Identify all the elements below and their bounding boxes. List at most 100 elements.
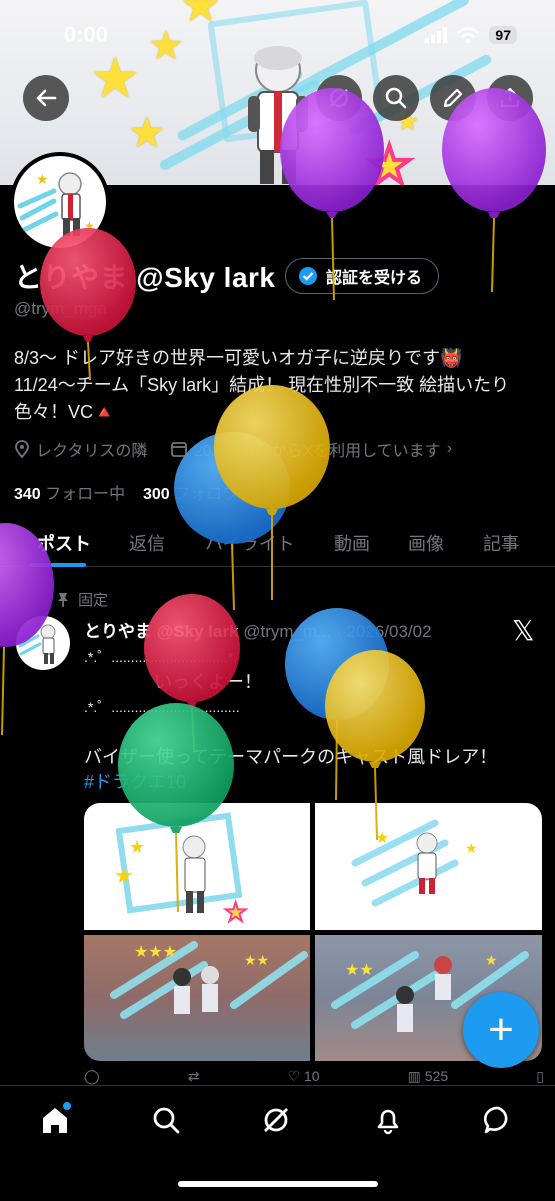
home-indicator bbox=[178, 1181, 378, 1187]
grok-icon bbox=[264, 1108, 288, 1132]
pin-icon bbox=[58, 592, 68, 607]
profile-handle: @trym_mga bbox=[14, 299, 107, 318]
post-author-name: とりやま @Sky lark bbox=[84, 622, 239, 641]
pencil-icon bbox=[443, 88, 463, 108]
get-verified-button[interactable]: 認証を受ける bbox=[285, 258, 440, 294]
followers-label: フォロワー bbox=[174, 486, 255, 503]
post-line: .*.゜..............................*. bbox=[84, 649, 238, 665]
post-line: .*.゜................................. bbox=[84, 699, 240, 715]
media-image-3[interactable]: ★★★ ★★ bbox=[84, 935, 310, 1061]
signal-icon bbox=[425, 27, 448, 43]
battery-indicator: 97 bbox=[489, 26, 517, 44]
avatar-character bbox=[18, 624, 56, 664]
status-time: 0:00 bbox=[64, 22, 109, 47]
bio-line: 8/3～ ドレア好きの世界一可愛いオガ子に逆戻りです👹 bbox=[14, 348, 463, 368]
grok-icon bbox=[329, 88, 349, 108]
share-button[interactable] bbox=[487, 75, 533, 121]
back-button[interactable] bbox=[23, 75, 69, 121]
avatar-character: ★★ bbox=[17, 171, 95, 236]
calendar-icon bbox=[171, 442, 187, 457]
pinned-indicator: 固定 bbox=[56, 589, 108, 610]
plus-icon: + bbox=[488, 1005, 514, 1054]
reply-button[interactable]: ◯ bbox=[84, 1068, 100, 1086]
post-author-meta: @trym_m... · 2026/03/02 bbox=[243, 622, 432, 641]
svg-text:★: ★ bbox=[114, 863, 134, 888]
search-icon bbox=[385, 87, 407, 109]
tab-highlights[interactable]: ハイライト bbox=[205, 530, 295, 556]
nav-explore[interactable] bbox=[146, 1100, 186, 1140]
views-count: 525 bbox=[424, 1068, 449, 1084]
followers-count: 300 bbox=[142, 486, 170, 503]
nav-home[interactable] bbox=[35, 1100, 75, 1140]
nav-grok[interactable] bbox=[256, 1100, 296, 1140]
post-line: バイザー使ってテーマパークのキャスト風ドレア！ bbox=[84, 747, 498, 767]
nav-notifications[interactable] bbox=[368, 1100, 408, 1140]
bookmark-button[interactable]: ▯ bbox=[536, 1068, 544, 1086]
share-icon bbox=[500, 87, 520, 108]
profile-bio: 8/3～ ドレア好きの世界一可愛いオガ子に逆戻りです👹 11/24～チーム「Sk… bbox=[14, 345, 534, 426]
profile-avatar[interactable]: ★ ★ bbox=[10, 152, 110, 252]
profile-name: とりやま @Sky lark bbox=[14, 262, 276, 293]
bio-line: 11/24～チーム「Sky lark」結成！ 現在性別不一致 絵描いたり bbox=[14, 375, 510, 395]
unread-dot bbox=[63, 1102, 71, 1110]
bell-icon bbox=[377, 1109, 399, 1135]
pinned-label: 固定 bbox=[78, 592, 109, 609]
bio-line: 色々！VC🔺 bbox=[14, 402, 116, 422]
nav-messages[interactable] bbox=[478, 1100, 518, 1140]
verified-badge-icon bbox=[299, 267, 317, 285]
tab-articles[interactable]: 記事 bbox=[483, 530, 519, 556]
post-hashtag[interactable]: #ドラクエ10 bbox=[84, 770, 534, 795]
post-text: .*.゜..............................*. いっく… bbox=[84, 645, 534, 795]
media-image-1[interactable]: ★ ★ ★ bbox=[84, 803, 310, 930]
svg-text:★: ★ bbox=[36, 171, 49, 187]
location-text: レクタリスの隣 bbox=[36, 443, 148, 460]
svg-text:★: ★ bbox=[84, 219, 95, 233]
message-icon bbox=[483, 1106, 508, 1134]
svg-text:★: ★ bbox=[129, 837, 145, 857]
status-icons: 97 bbox=[425, 24, 517, 46]
active-tab-indicator bbox=[30, 563, 86, 567]
heart-icon: ♡ bbox=[287, 1068, 301, 1084]
tab-media[interactable]: 画像 bbox=[408, 530, 444, 556]
edit-button[interactable] bbox=[430, 75, 476, 121]
profile-joined[interactable]: 2020年3月からXを利用しています › bbox=[170, 437, 452, 461]
tab-videos[interactable]: 動画 bbox=[334, 530, 370, 556]
post-line: いっくよー！ bbox=[154, 672, 262, 692]
views-button[interactable]: ▥ 525 bbox=[408, 1068, 448, 1086]
like-count: 10 bbox=[304, 1068, 320, 1084]
svg-text:★: ★ bbox=[375, 830, 389, 847]
like-button[interactable]: ♡ 10 bbox=[288, 1068, 320, 1086]
compose-post-button[interactable]: + bbox=[463, 992, 539, 1068]
profile-tabs: ポスト 返信 ハイライト 動画 画像 記事 bbox=[0, 516, 555, 567]
following-link[interactable]: 340 フォロー中 bbox=[14, 486, 125, 503]
media-image-2[interactable]: ★ ★ bbox=[315, 803, 542, 930]
follow-stats: 340 フォロー中 300 フォロワー bbox=[14, 480, 254, 504]
followers-link[interactable]: 300 フォロワー bbox=[143, 486, 254, 503]
following-label: フォロー中 bbox=[45, 486, 126, 503]
post-author[interactable]: とりやま @Sky lark @trym_m... · 2026/03/02 bbox=[84, 617, 432, 642]
bookmark-icon: ▯ bbox=[536, 1068, 544, 1084]
repost-icon: ⇄ bbox=[187, 1068, 200, 1084]
x-logo-icon: 𝕏 bbox=[512, 615, 535, 646]
repost-button[interactable]: ⇄ bbox=[188, 1068, 200, 1086]
location-pin-icon bbox=[15, 440, 29, 458]
grok-button[interactable] bbox=[316, 75, 362, 121]
following-count: 340 bbox=[14, 486, 41, 503]
wifi-icon bbox=[457, 27, 480, 43]
banner-character bbox=[248, 46, 308, 184]
svg-text:★★: ★★ bbox=[244, 952, 269, 968]
search-button[interactable] bbox=[373, 75, 419, 121]
chevron-right-icon: › bbox=[446, 440, 453, 457]
media-illustration: ★★★ ★★ bbox=[110, 941, 308, 1019]
search-icon bbox=[153, 1107, 180, 1134]
tab-replies[interactable]: 返信 bbox=[129, 530, 165, 556]
post-author-avatar[interactable] bbox=[16, 616, 70, 670]
tab-posts[interactable]: ポスト bbox=[37, 530, 91, 556]
joined-text: 2020年3月からXを利用しています bbox=[194, 443, 441, 460]
post-actions: ◯ ⇄ ♡ 10 ▥ 525 ▯ bbox=[84, 1068, 544, 1086]
svg-text:★: ★ bbox=[465, 840, 478, 856]
svg-text:★: ★ bbox=[485, 952, 498, 968]
reply-icon: ◯ bbox=[84, 1068, 100, 1084]
svg-text:★★★: ★★★ bbox=[134, 944, 177, 961]
svg-text:★: ★ bbox=[224, 897, 247, 927]
